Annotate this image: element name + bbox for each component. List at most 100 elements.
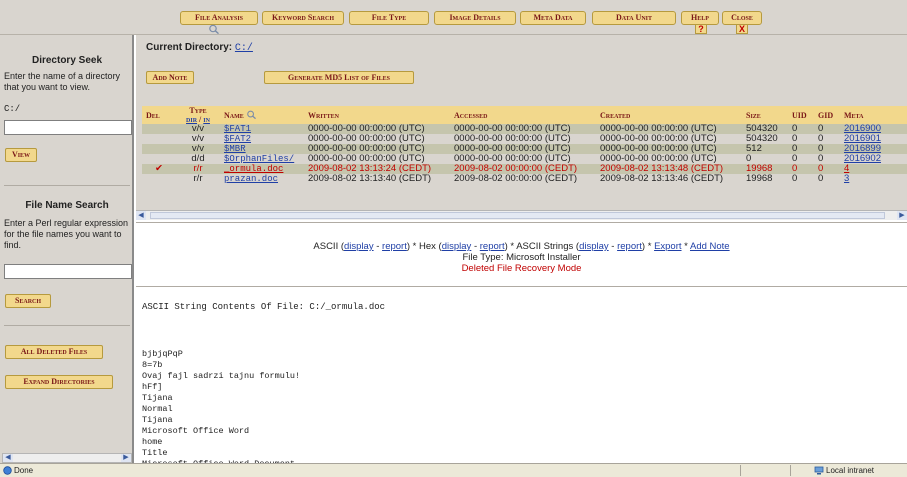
string-line: Tijana [142, 415, 173, 425]
ascii-label: ASCII [313, 241, 339, 252]
status-bar: Done Local intranet [0, 463, 907, 477]
column-type-label: Type [189, 106, 207, 115]
file-name-search-input[interactable] [4, 264, 132, 279]
strings-display-link[interactable]: display [579, 241, 609, 252]
sidebar-horizontal-scrollbar[interactable]: ◀ ▶ [2, 453, 132, 463]
current-directory: Current Directory: C:/ [146, 42, 253, 54]
search-button[interactable]: Search [5, 294, 51, 308]
string-line: Microsoft Office Word [142, 426, 250, 436]
file-name-link[interactable]: $MBR [224, 144, 246, 154]
scroll-right-arrow-icon[interactable]: ▶ [121, 454, 131, 462]
string-line: home [142, 437, 163, 447]
file-name-link[interactable]: $FAT2 [224, 134, 251, 144]
add-note-link[interactable]: Add Note [690, 241, 730, 252]
file-name-link[interactable]: $OrphanFiles/ [224, 154, 294, 164]
column-created: Created [596, 106, 742, 124]
ascii-report-link[interactable]: report [382, 241, 407, 252]
scroll-left-arrow-icon[interactable]: ◀ [136, 211, 146, 220]
help-icon[interactable]: ? [695, 24, 707, 34]
column-name[interactable]: Name [220, 106, 304, 124]
column-size: Size [742, 106, 788, 124]
del-cell [142, 134, 176, 144]
tab-meta-data[interactable]: Meta Data [520, 11, 586, 25]
ascii-display-link[interactable]: display [344, 241, 374, 252]
file-name-link[interactable]: prazan.doc [224, 174, 278, 184]
tab-help[interactable]: Help [681, 11, 719, 25]
directory-seek-instructions: Enter the name of a directory that you w… [4, 71, 121, 92]
magnifier-icon [246, 110, 256, 120]
string-line: Ovaj fajl sadrzi tajnu formulu! [142, 371, 301, 381]
add-note-button[interactable]: Add Note [146, 71, 194, 84]
top-toolbar: File Analysis Keyword Search File Type I… [0, 0, 907, 35]
directory-horizontal-scrollbar[interactable]: ◀ ▶ [136, 210, 907, 220]
generate-md5-button[interactable]: Generate MD5 List of Files [264, 71, 414, 84]
local-intranet-icon [814, 466, 824, 475]
expand-directories-button[interactable]: Expand Directories [5, 375, 113, 389]
scroll-left-arrow-icon[interactable]: ◀ [3, 454, 13, 462]
written-cell: 2009-08-02 13:13:40 (CEDT) [304, 174, 450, 184]
close-icon[interactable]: X [736, 24, 748, 34]
string-line: 8=7b [142, 360, 163, 370]
column-type: Type dir / in [176, 106, 220, 124]
hex-label: Hex [419, 241, 436, 252]
file-name-link[interactable]: _ormula.doc [224, 164, 283, 174]
string-line: hFf] [142, 382, 163, 392]
sidebar: Directory Seek Enter the name of a direc… [0, 35, 134, 463]
current-directory-label: Current Directory: [146, 42, 233, 53]
table-row[interactable]: r/r prazan.doc 2009-08-02 13:13:40 (CEDT… [142, 174, 907, 184]
security-zone-text: Local intranet [826, 466, 875, 475]
meta-link[interactable]: 2016902 [844, 153, 881, 164]
sort-in-link[interactable]: in [203, 115, 210, 124]
directory-seek-current: C:/ [4, 104, 21, 114]
created-cell: 2009-08-02 13:13:46 (CEDT) [596, 174, 742, 184]
ascii-strings-list: bjbjqPqP 8=7b Ovaj fajl sadrzi tajnu for… [142, 349, 300, 470]
tab-data-unit[interactable]: Data Unit [592, 11, 676, 25]
tab-file-analysis[interactable]: File Analysis [180, 11, 258, 25]
export-link[interactable]: Export [654, 241, 681, 252]
status-divider [790, 465, 791, 476]
current-directory-path-link[interactable]: C:/ [235, 43, 253, 54]
ascii-strings-label: ASCII Strings [516, 241, 574, 252]
gid-cell: 0 [814, 174, 840, 184]
file-type-text: File Type: Microsoft Installer [462, 252, 581, 263]
all-deleted-files-button[interactable]: All Deleted Files [5, 345, 103, 359]
strings-report-link[interactable]: report [617, 241, 642, 252]
column-meta: Meta [840, 106, 907, 124]
file-content-panel: ASCII String Contents Of File: C:/_ormul… [136, 286, 907, 469]
file-name-search-title: File Name Search [25, 200, 109, 211]
directory-seek-input[interactable] [4, 120, 132, 135]
view-button[interactable]: View [5, 148, 37, 162]
column-accessed: Accessed [450, 106, 596, 124]
tab-keyword-search[interactable]: Keyword Search [262, 11, 344, 25]
tab-file-type[interactable]: File Type [349, 11, 429, 25]
column-del: Del [142, 106, 176, 124]
string-line: Tijana [142, 393, 173, 403]
column-uid: UID [788, 106, 814, 124]
tab-image-details[interactable]: Image Details [434, 11, 516, 25]
uid-cell: 0 [788, 174, 814, 184]
del-cell [142, 174, 176, 184]
deleted-check-icon: ✔ [142, 164, 176, 174]
string-line: Title [142, 448, 168, 458]
scrollbar-thumb[interactable] [150, 212, 885, 219]
content-heading: ASCII String Contents Of File: C:/_ormul… [142, 302, 386, 312]
file-listing-table: Del Type dir / in Name Written Accessed … [142, 106, 907, 184]
sidebar-divider [4, 325, 130, 326]
column-gid: GID [814, 106, 840, 124]
sidebar-divider [4, 185, 130, 186]
directory-panel: Current Directory: C:/ Add Note Generate… [136, 35, 907, 220]
column-name-label: Name [224, 111, 244, 120]
tab-close[interactable]: Close [722, 11, 762, 25]
table-header-row: Del Type dir / in Name Written Accessed … [142, 106, 907, 124]
hex-report-link[interactable]: report [480, 241, 505, 252]
column-written: Written [304, 106, 450, 124]
hex-display-link[interactable]: display [442, 241, 472, 252]
status-done-text: Done [14, 466, 34, 475]
string-line: bjbjqPqP [142, 349, 183, 359]
recovery-mode-text: Deleted File Recovery Mode [461, 263, 582, 274]
scroll-right-arrow-icon[interactable]: ▶ [897, 211, 907, 220]
accessed-cell: 2009-08-02 00:00:00 (CEDT) [450, 174, 596, 184]
file-name-link[interactable]: $FAT1 [224, 124, 251, 134]
size-cell: 19968 [742, 174, 788, 184]
meta-link[interactable]: 3 [844, 173, 849, 184]
